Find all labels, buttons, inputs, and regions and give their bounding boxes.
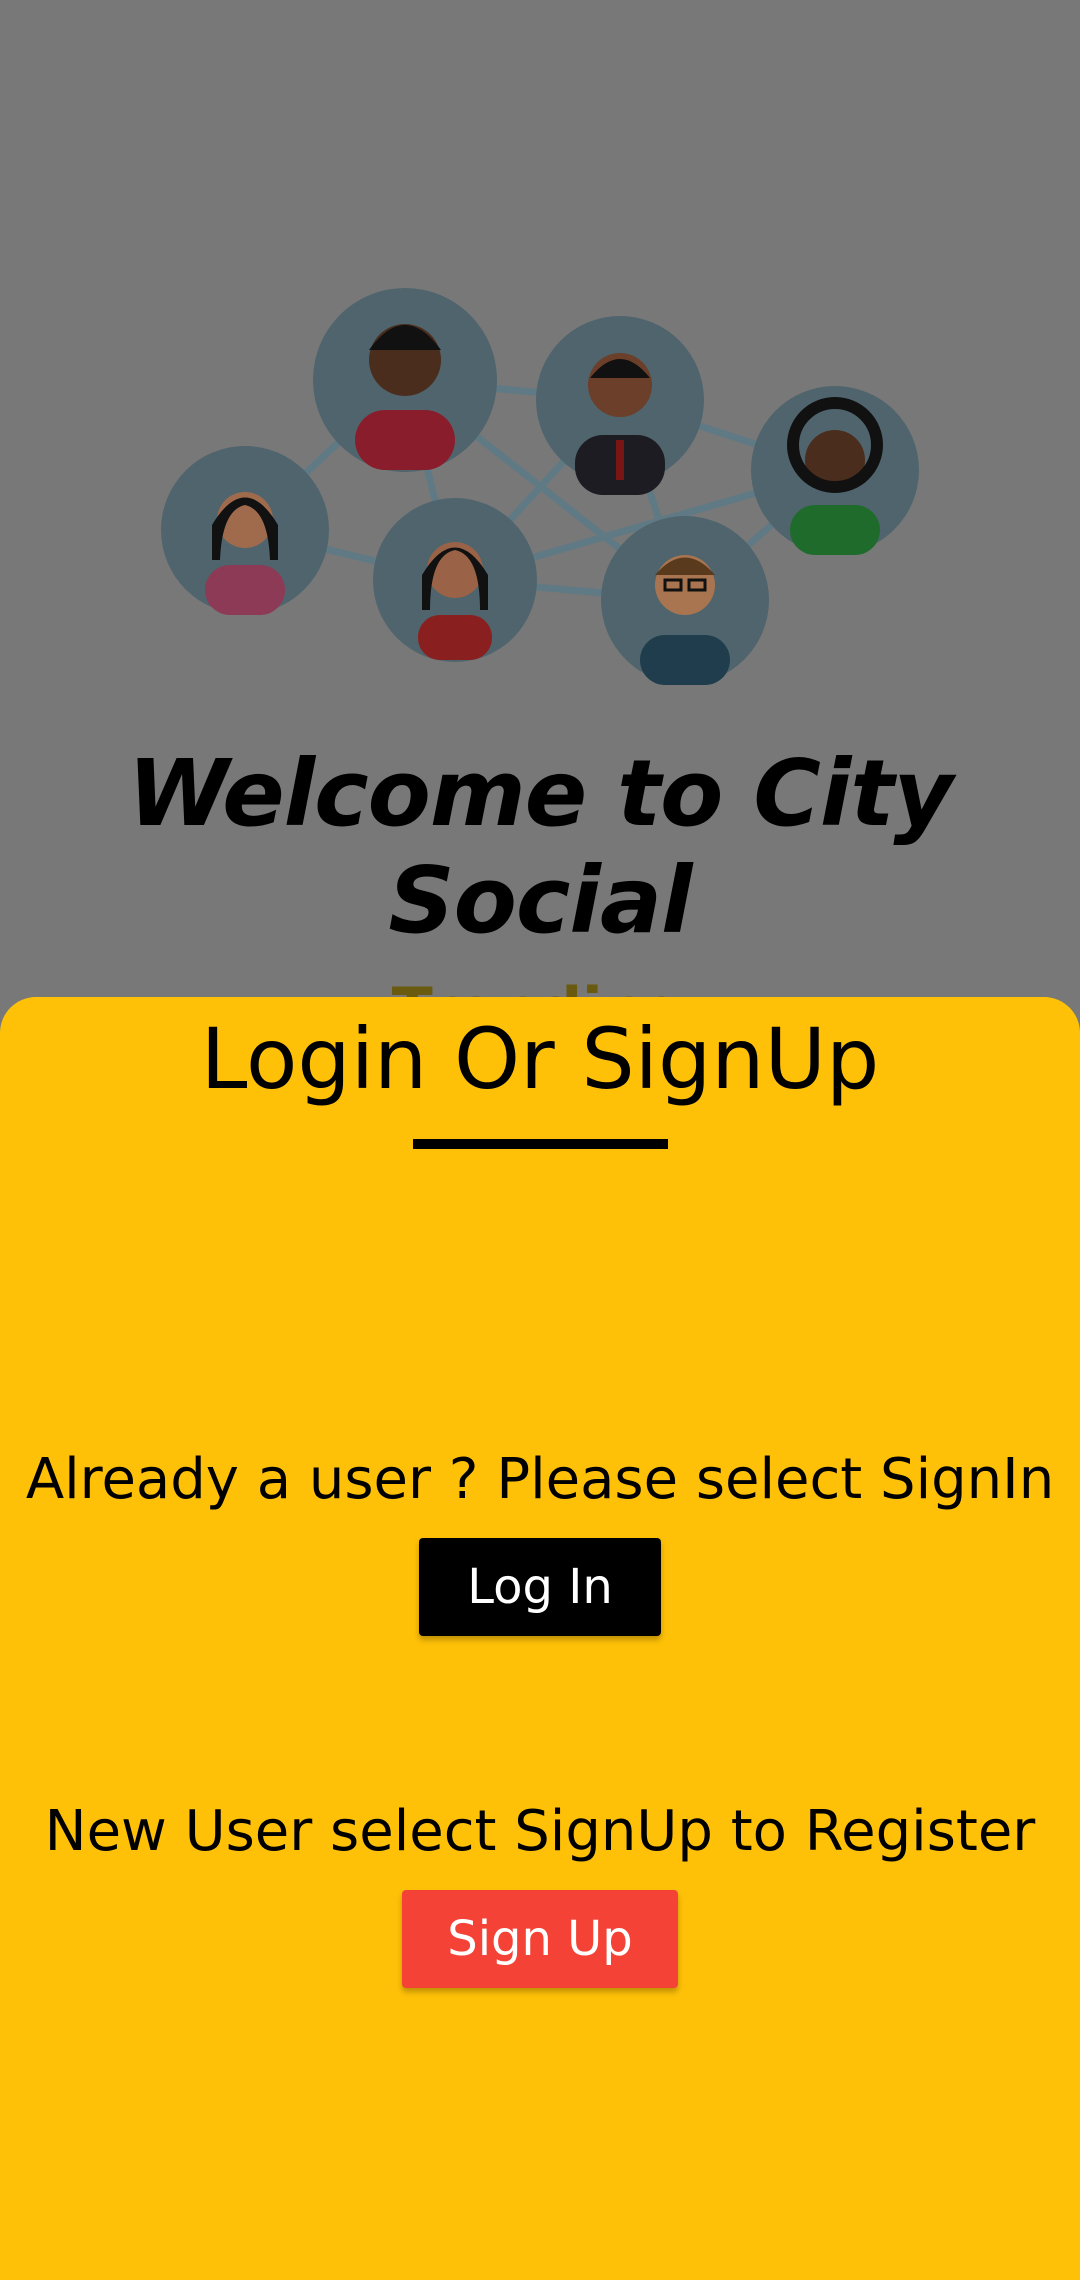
sheet-title: Login Or SignUp — [200, 1010, 880, 1108]
welcome-title: Welcome to City Social — [127, 740, 954, 954]
login-signup-bottom-sheet: Login Or SignUp Already a user ? Please … — [0, 997, 1080, 2280]
signup-button[interactable]: Sign Up — [402, 1890, 678, 1988]
login-button[interactable]: Log In — [419, 1538, 661, 1636]
login-signup-screen: Welcome to City Social Trending Login Or… — [0, 0, 1080, 2280]
title-underline-divider — [413, 1139, 668, 1149]
signup-prompt-text: New User select SignUp to Register — [44, 1799, 1036, 1864]
login-prompt-text: Already a user ? Please select SignIn — [25, 1447, 1055, 1512]
people-network-illustration — [161, 288, 919, 685]
